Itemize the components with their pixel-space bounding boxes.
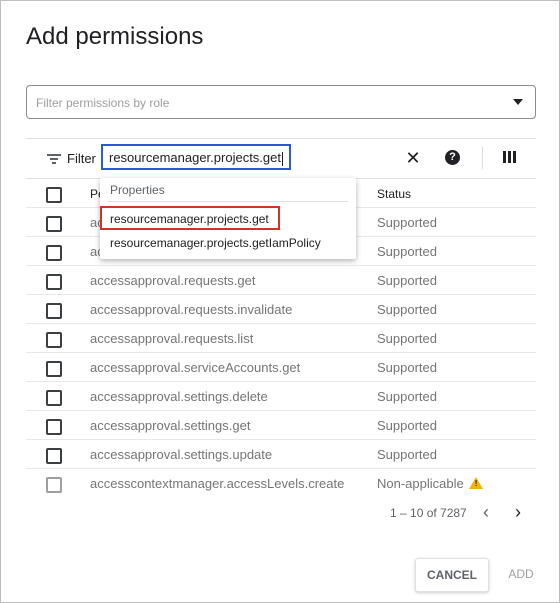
filter-suggestions-dropdown: Properties resourcemanager.projects.get … <box>100 178 356 259</box>
table-row: accesscontextmanager.accessLevels.create… <box>26 468 536 497</box>
permission-status-cell: Non-applicable! <box>377 476 483 491</box>
row-checkbox[interactable] <box>46 477 62 493</box>
role-filter-select[interactable]: Filter permissions by role <box>26 85 536 119</box>
table-row: accessapproval.requests.invalidate Suppo… <box>26 294 536 323</box>
permission-status: Supported <box>377 331 437 346</box>
filter-input-value: resourcemanager.projects.get <box>109 150 281 165</box>
table-row: accessapproval.settings.get Supported <box>26 410 536 439</box>
select-all-checkbox[interactable] <box>46 187 62 203</box>
permission-status: Supported <box>377 302 437 317</box>
row-checkbox[interactable] <box>46 216 62 232</box>
row-checkbox[interactable] <box>46 245 62 261</box>
toolbar-divider <box>482 147 483 169</box>
permission-status: Supported <box>377 273 437 288</box>
help-icon[interactable]: ? <box>445 150 460 165</box>
add-button[interactable]: ADD <box>499 558 543 590</box>
cancel-button[interactable]: CANCEL <box>415 558 489 592</box>
role-filter-placeholder: Filter permissions by role <box>36 96 170 110</box>
permission-name: accessapproval.settings.get <box>90 418 251 433</box>
columns-icon[interactable] <box>503 151 517 163</box>
row-checkbox[interactable] <box>46 303 62 319</box>
table-row: accessapproval.settings.delete Supported <box>26 381 536 410</box>
suggestion-item[interactable]: resourcemanager.projects.getIamPolicy <box>110 236 321 250</box>
permission-name: accessapproval.settings.update <box>90 447 273 462</box>
permission-name: accessapproval.serviceAccounts.get <box>90 360 301 375</box>
filter-input[interactable]: resourcemanager.projects.get <box>101 144 291 170</box>
permission-status: Supported <box>377 244 437 259</box>
pagination-range: 1 – 10 of 7287 <box>390 506 467 520</box>
filter-label: Filter <box>67 151 96 166</box>
chevron-left-icon[interactable]: ‹ <box>483 502 489 523</box>
close-icon[interactable]: ✕ <box>404 149 422 167</box>
dropdown-header: Properties <box>110 183 165 197</box>
permission-name: accessapproval.requests.invalidate <box>90 302 293 317</box>
permission-name: accessapproval.settings.delete <box>90 389 268 404</box>
table-row: accessapproval.requests.list Supported <box>26 323 536 352</box>
row-checkbox[interactable] <box>46 419 62 435</box>
dropdown-divider <box>108 201 348 202</box>
row-checkbox[interactable] <box>46 361 62 377</box>
permission-status: Supported <box>377 447 437 462</box>
add-permissions-dialog: Add permissions Filter permissions by ro… <box>0 0 560 603</box>
warning-icon: ! <box>468 477 483 489</box>
table-row: accessapproval.serviceAccounts.get Suppo… <box>26 352 536 381</box>
text-cursor <box>281 151 283 166</box>
row-checkbox[interactable] <box>46 390 62 406</box>
dialog-title: Add permissions <box>26 23 204 50</box>
row-checkbox[interactable] <box>46 448 62 464</box>
permission-name: accessapproval.requests.get <box>90 273 256 288</box>
permission-name: accessapproval.requests.list <box>90 331 254 346</box>
permission-status: Supported <box>377 215 437 230</box>
permission-status: Non-applicable <box>377 476 464 491</box>
row-checkbox[interactable] <box>46 332 62 348</box>
chevron-right-icon[interactable]: › <box>515 502 521 523</box>
suggestion-item[interactable]: resourcemanager.projects.get <box>100 206 280 230</box>
permission-status: Supported <box>377 418 437 433</box>
row-checkbox[interactable] <box>46 274 62 290</box>
table-row: accessapproval.settings.update Supported <box>26 439 536 468</box>
filter-icon <box>47 154 61 165</box>
permission-name: accesscontextmanager.accessLevels.create <box>90 476 345 491</box>
permission-status: Supported <box>377 360 437 375</box>
status-column-header[interactable]: Status <box>377 187 411 201</box>
permission-status: Supported <box>377 389 437 404</box>
table-row: accessapproval.requests.get Supported <box>26 265 536 294</box>
chevron-down-icon[interactable] <box>513 99 523 105</box>
table-toolbar: Filter resourcemanager.projects.get ✕ ? <box>26 138 536 179</box>
